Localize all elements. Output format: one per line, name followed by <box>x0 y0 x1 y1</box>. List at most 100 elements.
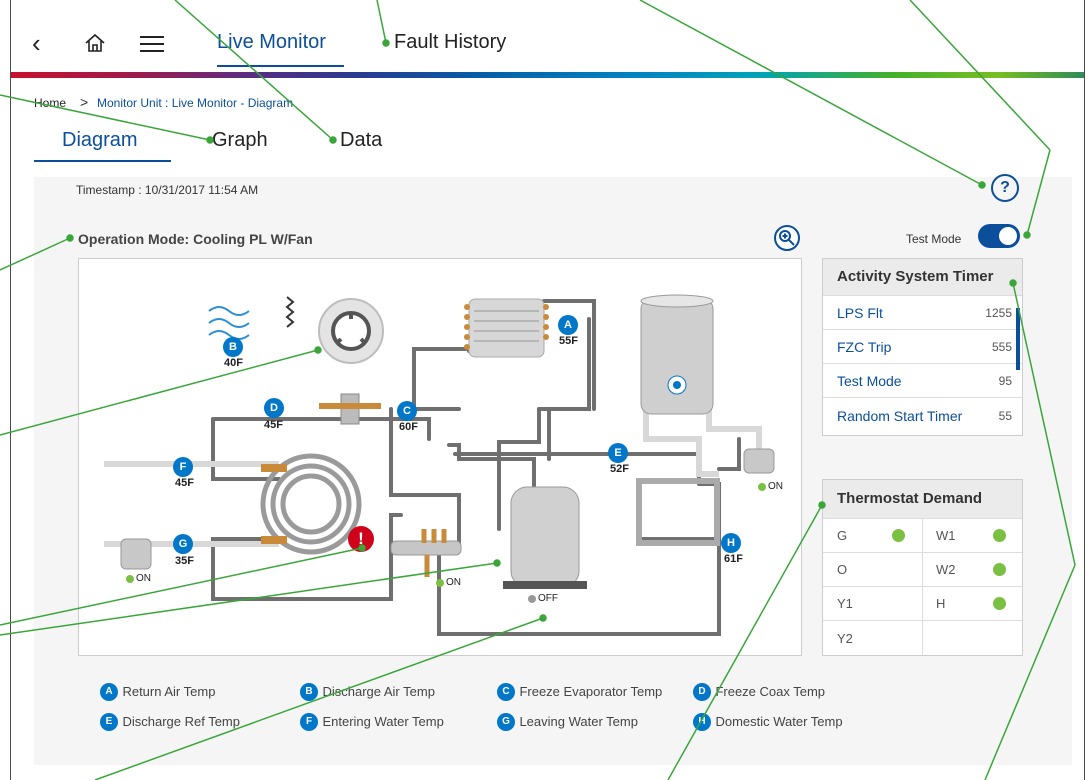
thermostat-active-dot <box>993 563 1006 576</box>
thermostat-active-dot <box>993 597 1006 610</box>
subtab-data[interactable]: Data <box>340 129 382 152</box>
legend-item: C Freeze Evaporator Temp <box>497 683 662 701</box>
pump-left-status-dot <box>126 575 134 583</box>
sensor-c-temp: 60F <box>399 421 418 433</box>
sensor-g-temp: 35F <box>175 555 194 567</box>
sensor-b-badge[interactable]: B <box>223 337 243 357</box>
legend-badge: A <box>100 683 118 701</box>
timer-row[interactable]: LPS Flt 1255 <box>823 295 1022 330</box>
test-mode-label: Test Mode <box>906 232 962 246</box>
thermostat-row: G W1 <box>823 518 1022 553</box>
sensor-g-badge[interactable]: G <box>173 534 193 554</box>
thermostat-row: Y2 <box>823 620 1022 656</box>
timer-row-value: 1255 <box>985 306 1012 320</box>
thermostat-demand-panel: Thermostat Demand G W1 O W2 Y1 H Y2 <box>822 479 1023 656</box>
legend-badge: C <box>497 683 515 701</box>
sensor-e-temp: 52F <box>610 463 629 475</box>
sensor-h-badge[interactable]: H <box>721 533 741 553</box>
legend-item: E Discharge Ref Temp <box>100 713 240 731</box>
thermostat-signal-label: Y1 <box>837 596 853 611</box>
home-icon[interactable] <box>84 33 106 58</box>
timer-row-label: Random Start Timer <box>837 408 963 424</box>
sensor-f-badge[interactable]: F <box>173 457 193 477</box>
legend-badge: H <box>693 713 711 731</box>
legend-label: Return Air Temp <box>122 684 216 700</box>
sensor-b-temp: 40F <box>224 357 243 369</box>
tab-live-monitor[interactable]: Live Monitor <box>217 31 326 54</box>
timer-row-label: Test Mode <box>837 373 902 389</box>
timer-row-value: 95 <box>998 374 1012 388</box>
hamburger-menu-icon[interactable] <box>140 36 164 57</box>
breadcrumb-path[interactable]: Monitor Unit : Live Monitor - Diagram <box>97 96 293 110</box>
back-chevron-icon[interactable]: ‹ <box>32 28 41 59</box>
valve-status-text: ON <box>446 577 461 588</box>
legend-label: Entering Water Temp <box>322 714 444 730</box>
thermostat-active-dot <box>993 529 1006 542</box>
activity-timer-panel: Activity System Timer LPS Flt 1255 FZC T… <box>822 258 1023 436</box>
timer-row-label: LPS Flt <box>837 305 883 321</box>
sensor-h-temp: 61F <box>724 553 743 565</box>
legend-item: F Entering Water Temp <box>300 713 444 731</box>
sensor-d-temp: 45F <box>264 419 283 431</box>
frame-left-border <box>10 0 11 780</box>
valve-status-dot <box>436 579 444 587</box>
subtab-diagram[interactable]: Diagram <box>62 129 138 152</box>
subtab-active-underline <box>34 160 171 162</box>
tab-fault-history[interactable]: Fault History <box>394 31 506 54</box>
thermostat-signal-label: W2 <box>936 562 956 577</box>
test-mode-toggle[interactable] <box>978 224 1020 248</box>
top-nav-bar <box>11 0 1084 72</box>
legend-badge: D <box>693 683 711 701</box>
legend-badge: F <box>300 713 318 731</box>
help-button[interactable]: ? <box>991 174 1019 202</box>
thermostat-signal-label: G <box>837 528 848 543</box>
thermostat-row: Y1 H <box>823 586 1022 621</box>
thermostat-signal-label: W1 <box>936 528 956 543</box>
timestamp-text: Timestamp : 10/31/2017 11:54 AM <box>76 183 259 197</box>
timer-row[interactable]: Test Mode 95 <box>823 363 1022 398</box>
compressor-status-dot <box>528 595 536 603</box>
operation-mode-text: Operation Mode: Cooling PL W/Fan <box>78 231 313 247</box>
frame-right-border <box>1084 0 1085 780</box>
legend-badge: E <box>100 713 118 731</box>
legend-item: B Discharge Air Temp <box>300 683 435 701</box>
legend-label: Discharge Ref Temp <box>122 714 240 730</box>
legend-item: H Domestic Water Temp <box>693 713 843 731</box>
thermostat-signal-label: O <box>837 562 848 577</box>
compressor-status-text: OFF <box>538 593 558 604</box>
legend-badge: G <box>497 713 515 731</box>
fault-alert-icon[interactable]: ! <box>348 526 374 552</box>
legend-label: Discharge Air Temp <box>322 684 435 700</box>
legend-label: Domestic Water Temp <box>715 714 843 730</box>
breadcrumb-home[interactable]: Home <box>34 96 66 110</box>
zoom-in-icon[interactable] <box>773 224 801 257</box>
sensor-c-badge[interactable]: C <box>397 401 417 421</box>
sensor-a-temp: 55F <box>559 335 578 347</box>
toggle-knob <box>999 227 1017 245</box>
timer-row-value: 55 <box>998 409 1012 423</box>
timer-row[interactable]: Random Start Timer 55 <box>823 397 1022 434</box>
thermostat-signal-label: Y2 <box>837 631 853 646</box>
timer-row[interactable]: FZC Trip 555 <box>823 329 1022 364</box>
activity-timer-title: Activity System Timer <box>823 259 1022 295</box>
sensor-f-temp: 45F <box>175 477 194 489</box>
sensor-d-badge[interactable]: D <box>264 398 284 418</box>
legend-item: A Return Air Temp <box>100 683 215 701</box>
thermostat-signal-label: H <box>936 596 946 611</box>
legend-item: D Freeze Coax Temp <box>693 683 825 701</box>
legend-badge: B <box>300 683 318 701</box>
legend-label: Leaving Water Temp <box>519 714 638 730</box>
thermostat-active-dot <box>892 529 905 542</box>
tab-active-underline <box>217 65 344 67</box>
legend-item: G Leaving Water Temp <box>497 713 638 731</box>
timer-scrollbar[interactable] <box>1016 308 1020 370</box>
pump-right-status-text: ON <box>768 481 783 492</box>
legend-label: Freeze Coax Temp <box>715 684 826 700</box>
sensor-a-badge[interactable]: A <box>558 315 578 335</box>
sensor-e-badge[interactable]: E <box>608 443 628 463</box>
timer-row-label: FZC Trip <box>837 339 892 355</box>
pump-left-status-text: ON <box>136 573 151 584</box>
subtab-graph[interactable]: Graph <box>212 129 268 152</box>
pump-right-status-dot <box>758 483 766 491</box>
brand-color-strip <box>11 72 1084 78</box>
